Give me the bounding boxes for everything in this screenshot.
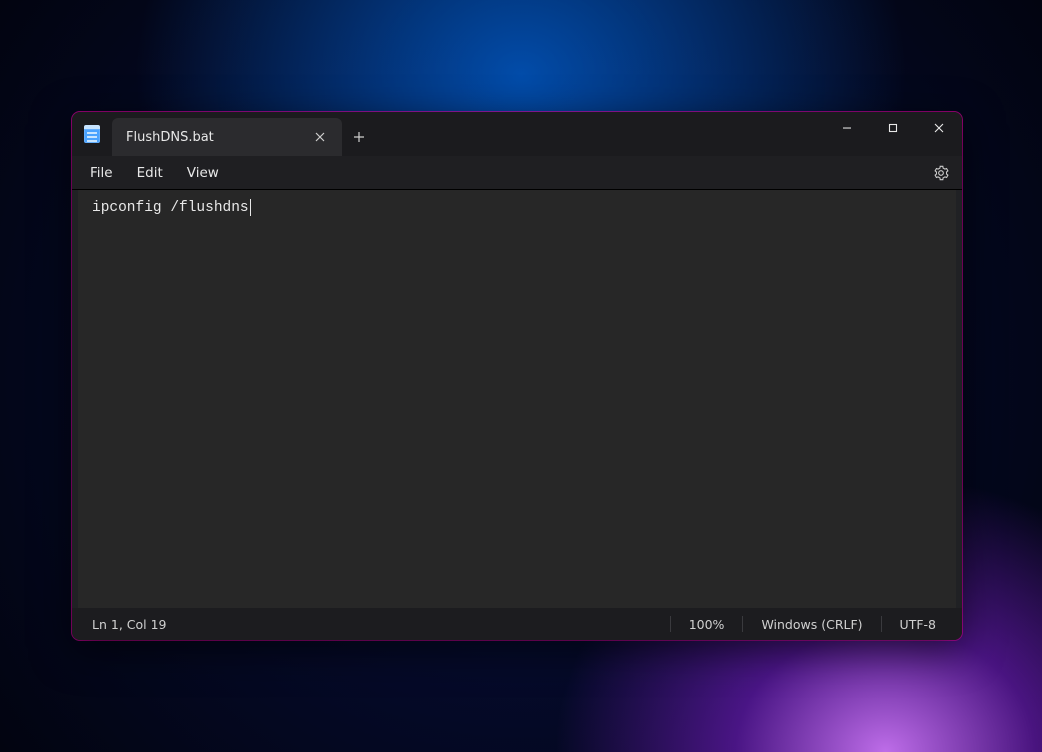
tab-active[interactable]: FlushDNS.bat bbox=[112, 118, 342, 156]
titlebar[interactable]: FlushDNS.bat bbox=[72, 112, 962, 156]
editor-area[interactable]: ipconfig /flushdns bbox=[78, 190, 956, 608]
status-encoding[interactable]: UTF-8 bbox=[882, 617, 954, 632]
notepad-icon bbox=[84, 125, 100, 143]
notepad-window: FlushDNS.bat File Edit View bbox=[72, 112, 962, 640]
menubar: File Edit View bbox=[72, 156, 962, 190]
window-close-button[interactable] bbox=[916, 112, 962, 144]
editor-content: ipconfig /flushdns bbox=[92, 200, 249, 216]
status-line-ending[interactable]: Windows (CRLF) bbox=[743, 617, 880, 632]
text-caret bbox=[250, 199, 251, 216]
maximize-button[interactable] bbox=[870, 112, 916, 144]
settings-button[interactable] bbox=[926, 158, 956, 188]
maximize-icon bbox=[888, 123, 898, 133]
minimize-button[interactable] bbox=[824, 112, 870, 144]
app-icon bbox=[72, 112, 112, 156]
gear-icon bbox=[933, 165, 949, 181]
statusbar: Ln 1, Col 19 100% Windows (CRLF) UTF-8 bbox=[72, 608, 962, 640]
menu-file[interactable]: File bbox=[78, 161, 125, 185]
window-controls bbox=[824, 112, 962, 144]
plus-icon bbox=[353, 131, 365, 143]
menu-view[interactable]: View bbox=[175, 161, 231, 185]
minimize-icon bbox=[842, 123, 852, 133]
new-tab-button[interactable] bbox=[342, 118, 376, 156]
menu-edit[interactable]: Edit bbox=[125, 161, 175, 185]
status-position[interactable]: Ln 1, Col 19 bbox=[92, 617, 185, 632]
tab-close-button[interactable] bbox=[308, 125, 332, 149]
tab-title: FlushDNS.bat bbox=[126, 130, 214, 145]
status-zoom[interactable]: 100% bbox=[671, 617, 743, 632]
close-icon bbox=[934, 123, 944, 133]
close-icon bbox=[315, 132, 325, 142]
